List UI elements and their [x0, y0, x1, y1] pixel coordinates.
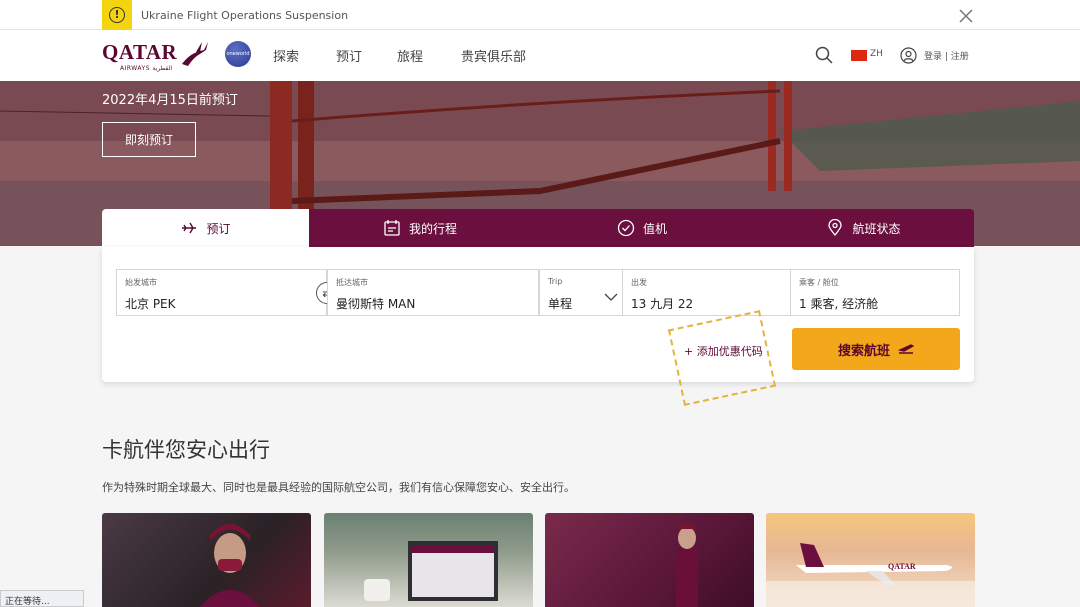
plane-takeoff-icon: [898, 344, 914, 354]
from-city-field[interactable]: 始发城市 北京 PEK: [116, 269, 327, 316]
chevron-down-icon: [604, 293, 618, 301]
close-icon[interactable]: [957, 7, 975, 25]
svg-text:QATAR: QATAR: [888, 562, 916, 571]
language-selector[interactable]: ZH: [870, 49, 883, 59]
checkin-icon: [617, 219, 635, 237]
oryx-icon: [182, 42, 208, 66]
booking-panel: 始发城市 北京 PEK ⇄ 抵达城市 曼彻斯特 MAN Trip 单程 出发 1…: [102, 247, 974, 406]
book-now-button[interactable]: 即刻预订: [102, 122, 196, 157]
login-register-link[interactable]: 登录 | 注册: [924, 49, 969, 62]
booking-tabs: 预订 我的行程 值机 航班状态: [102, 209, 974, 247]
trip-type-select[interactable]: Trip 单程: [539, 269, 622, 316]
nav-privilege-club[interactable]: 贵宾俱乐部: [461, 46, 526, 65]
card-aircraft[interactable]: QATAR: [766, 513, 975, 607]
passenger-class-field[interactable]: 乘客 / 舱位 1 乘客, 经济舱: [791, 269, 960, 316]
add-promo-code-link[interactable]: + 添加优惠代码: [684, 343, 763, 359]
warning-icon: !: [102, 0, 132, 30]
user-icon[interactable]: [900, 47, 917, 64]
laptop-image: [364, 541, 498, 601]
search-flights-button[interactable]: 搜索航班: [792, 328, 960, 370]
site-header: QATAR AIRWAYS القطرية oneworld 探索 预订 旅程 …: [0, 30, 1080, 81]
card-flight-attendant[interactable]: [545, 513, 754, 607]
tab-flight-status[interactable]: 航班状态: [753, 209, 974, 247]
card-crew-mask[interactable]: [102, 513, 311, 607]
nav-explore[interactable]: 探索: [273, 46, 299, 65]
section-description: 作为特殊时期全球最大、同时也是最具经验的国际航空公司，我们有信心保障您安心、安全…: [102, 481, 575, 494]
departure-date-field[interactable]: 出发 13 九月 22: [622, 269, 791, 316]
flight-attendant-image: [676, 523, 698, 607]
search-icon[interactable]: [815, 46, 833, 64]
to-city-field[interactable]: 抵达城市 曼彻斯特 MAN: [327, 269, 539, 316]
promo-date: 2022年4月15日前预订: [102, 93, 238, 108]
location-pin-icon: [828, 219, 843, 237]
itinerary-icon: [384, 220, 400, 236]
card-laptop-booking[interactable]: [324, 513, 533, 607]
tab-book[interactable]: 预订: [102, 209, 309, 247]
section-title: 卡航伴您安心出行: [102, 438, 270, 462]
aircraft-image: QATAR: [766, 543, 975, 607]
china-flag-icon[interactable]: [851, 50, 867, 61]
oneworld-logo-icon[interactable]: oneworld: [225, 41, 251, 67]
alert-bar: ! Ukraine Flight Operations Suspension: [0, 0, 1080, 30]
alert-text[interactable]: Ukraine Flight Operations Suspension: [141, 9, 348, 22]
tab-checkin[interactable]: 值机: [531, 209, 753, 247]
browser-status-bar: 正在等待...: [0, 590, 84, 607]
tab-my-trip[interactable]: 我的行程: [309, 209, 531, 247]
nav-journey[interactable]: 旅程: [397, 46, 423, 65]
crew-member-image: [200, 524, 260, 607]
qatar-airways-logo[interactable]: QATAR AIRWAYS القطرية: [102, 40, 212, 72]
plane-icon: [182, 222, 197, 234]
nav-book[interactable]: 预订: [336, 46, 362, 65]
